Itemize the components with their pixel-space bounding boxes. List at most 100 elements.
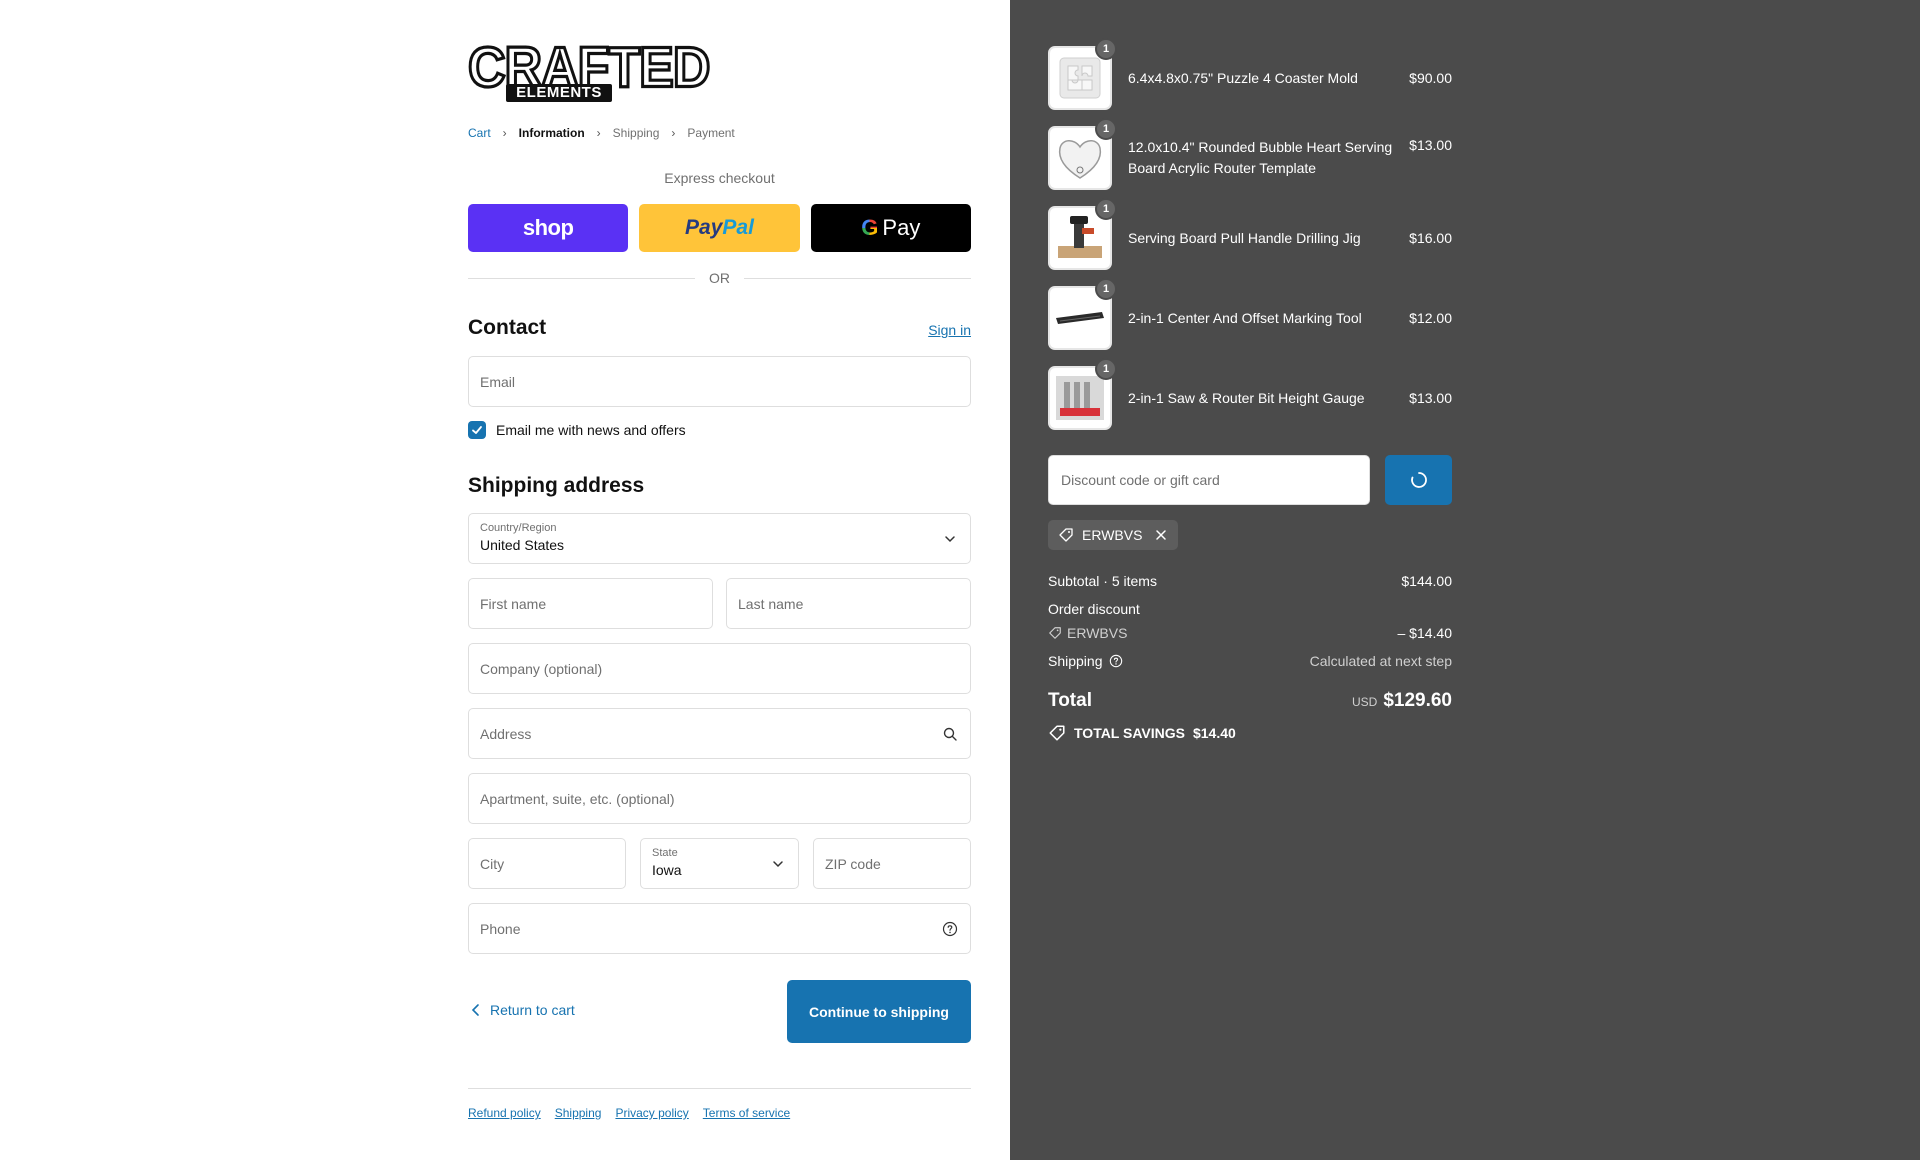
cart-item: 1 12.0x10.4" Rounded Bubble Heart Servin… [1048, 118, 1452, 190]
help-circle-icon[interactable] [942, 921, 958, 937]
tag-icon [1049, 627, 1061, 639]
contact-heading: Contact [468, 316, 547, 339]
first-name-placeholder: First name [480, 596, 547, 612]
last-name-placeholder: Last name [738, 596, 804, 612]
shipping-address-heading: Shipping address [468, 474, 645, 497]
chevron-down-icon [945, 536, 955, 543]
company-field[interactable]: Company (optional) [468, 643, 971, 694]
checkout-form-panel: CRAFTED ELEMENTS Cart › Information › Sh… [0, 0, 1010, 1160]
help-circle-icon[interactable] [1109, 654, 1123, 668]
discount-code-input[interactable]: Discount code or gift card [1048, 455, 1370, 505]
sign-in-link[interactable]: Sign in [928, 322, 971, 338]
phone-field[interactable]: Phone [468, 903, 971, 954]
footer-links: Refund policy Shipping Privacy policy Te… [468, 1106, 790, 1120]
company-placeholder: Company (optional) [480, 661, 603, 677]
state-value: Iowa [652, 862, 682, 878]
item-name: Serving Board Pull Handle Drilling Jig [1128, 229, 1361, 246]
brand-logo[interactable]: CRAFTED ELEMENTS [466, 38, 712, 106]
paypal-button[interactable]: Pay Pal [639, 204, 800, 252]
country-label: Country/Region [480, 522, 557, 534]
chevron-right-icon: › [596, 126, 601, 140]
breadcrumb-information: Information [518, 126, 585, 140]
cart-item: 1 2-in-1 Saw & Router Bit Height Gauge $… [1048, 358, 1452, 430]
total-row: Total USD $129.60 [1048, 690, 1452, 712]
terms-of-service-link[interactable]: Terms of service [703, 1106, 790, 1120]
item-name: 2-in-1 Saw & Router Bit Height Gauge [1128, 389, 1365, 406]
tag-icon [1049, 725, 1065, 741]
discount-placeholder: Discount code or gift card [1061, 472, 1220, 488]
breadcrumb-cart[interactable]: Cart [468, 126, 491, 140]
city-placeholder: City [480, 856, 505, 872]
order-discount-row: Order discount [1048, 601, 1452, 617]
address-placeholder: Address [480, 726, 532, 742]
shipping-value: Calculated at next step [1309, 653, 1452, 669]
divider-line [744, 277, 971, 279]
continue-to-shipping-button[interactable]: Continue to shipping [787, 980, 971, 1043]
breadcrumb-payment: Payment [687, 126, 735, 140]
discount-code-label: ERWBVS [1067, 625, 1128, 641]
item-price: $16.00 [1409, 230, 1452, 246]
quantity-badge: 1 [1095, 358, 1117, 380]
country-select[interactable]: Country/Region United States [468, 513, 971, 564]
shipping-label-group: Shipping [1048, 653, 1123, 669]
search-icon [943, 727, 957, 741]
google-g-icon: G [861, 215, 879, 240]
close-icon[interactable] [1154, 528, 1168, 542]
order-summary-panel: 1 6.4x4.8x0.75" Puzzle 4 Coaster Mold $9… [1010, 0, 1920, 1160]
subtotal-label: Subtotal · 5 items [1048, 573, 1157, 589]
state-select[interactable]: State Iowa [640, 838, 799, 889]
divider-line [468, 277, 695, 279]
tag-icon [1059, 528, 1073, 542]
or-label: OR [709, 270, 730, 286]
discount-value: – $14.40 [1397, 625, 1453, 641]
order-discount-label: Order discount [1048, 601, 1140, 617]
or-divider: OR [468, 270, 971, 286]
currency-code: USD [1351, 695, 1378, 709]
privacy-policy-link[interactable]: Privacy policy [615, 1106, 688, 1120]
email-placeholder: Email [480, 374, 516, 390]
shipping-row: Shipping Calculated at next step [1048, 653, 1452, 669]
zip-placeholder: ZIP code [825, 856, 881, 872]
city-field[interactable]: City [468, 838, 626, 889]
last-name-field[interactable]: Last name [726, 578, 971, 629]
item-name: 2-in-1 Center And Offset Marking Tool [1128, 309, 1362, 326]
news-offers-option[interactable]: Email me with news and offers [468, 421, 686, 439]
return-to-cart-link[interactable]: Return to cart [468, 1002, 575, 1018]
google-pay-button[interactable]: G Pay [810, 204, 971, 252]
shop-pay-button[interactable]: shop [468, 204, 629, 252]
apartment-field[interactable]: Apartment, suite, etc. (optional) [468, 773, 971, 824]
address-field[interactable]: Address [468, 708, 971, 759]
zip-field[interactable]: ZIP code [813, 838, 971, 889]
chevron-right-icon: › [671, 126, 676, 140]
email-field[interactable]: Email [468, 356, 971, 407]
paypal-label-pal: Pal [722, 216, 754, 239]
refund-policy-link[interactable]: Refund policy [468, 1106, 541, 1120]
breadcrumb-shipping: Shipping [612, 126, 660, 140]
quantity-badge: 1 [1095, 118, 1117, 140]
phone-placeholder: Phone [480, 921, 521, 937]
shop-pay-label: shop [522, 215, 574, 240]
country-value: United States [480, 537, 565, 553]
news-checkbox[interactable] [468, 421, 486, 439]
savings-label: TOTAL SAVINGS [1074, 725, 1185, 741]
apply-discount-button[interactable] [1385, 455, 1452, 505]
shipping-policy-link[interactable]: Shipping [555, 1106, 602, 1120]
total-value: $129.60 [1383, 690, 1452, 711]
state-label: State [652, 847, 678, 859]
item-price: $90.00 [1409, 70, 1452, 86]
applied-code-label: ERWBVS [1082, 527, 1143, 543]
chevron-right-icon: › [502, 126, 507, 140]
cart-item: 1 6.4x4.8x0.75" Puzzle 4 Coaster Mold $9… [1048, 38, 1452, 110]
chevron-left-icon [471, 1004, 479, 1016]
item-price: $13.00 [1409, 390, 1452, 406]
cart-item: 1 Serving Board Pull Handle Drilling Jig… [1048, 198, 1452, 270]
item-name: 12.0x10.4" Rounded Bubble Heart Serving … [1128, 139, 1393, 176]
item-price: $12.00 [1409, 310, 1452, 326]
checkmark-icon [472, 426, 482, 434]
shipping-label: Shipping [1048, 653, 1103, 669]
first-name-field[interactable]: First name [468, 578, 713, 629]
logo-wordmark-bottom: ELEMENTS [506, 84, 612, 102]
continue-label: Continue to shipping [809, 1003, 949, 1020]
quantity-badge: 1 [1095, 198, 1117, 220]
total-value-group: USD $129.60 [1352, 690, 1452, 712]
